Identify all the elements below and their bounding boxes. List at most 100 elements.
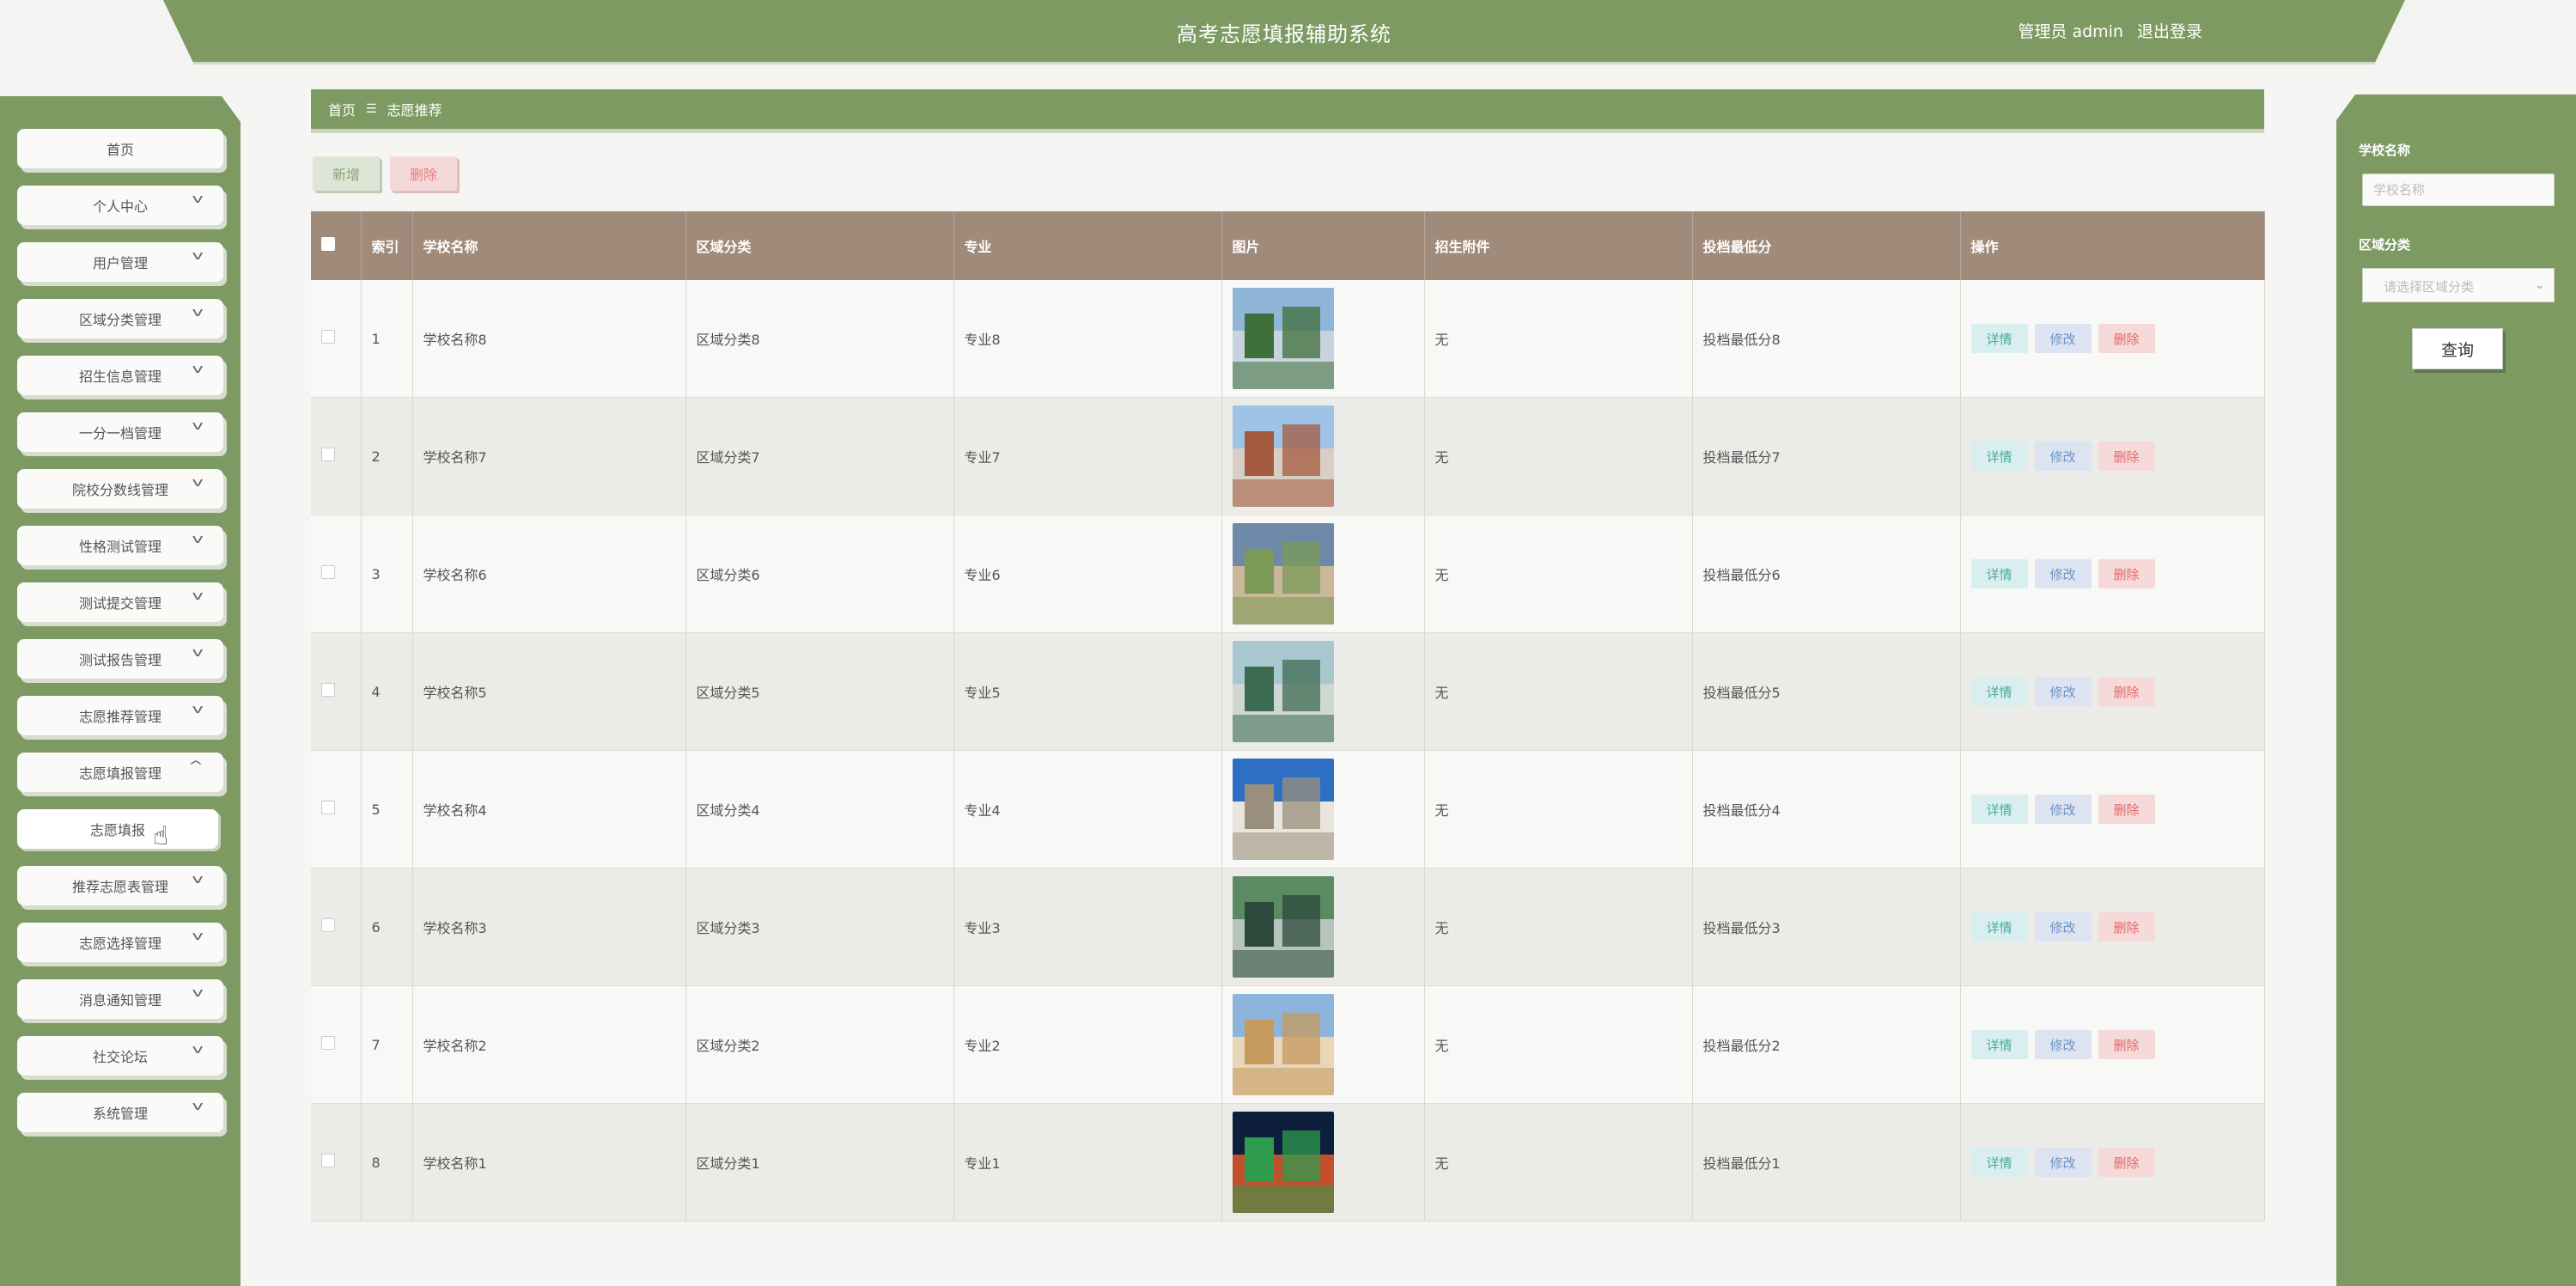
sidebar-item[interactable]: 性格测试管理 v bbox=[17, 526, 223, 565]
row-select-cell[interactable] bbox=[311, 1103, 362, 1222]
detail-button[interactable]: 详情 bbox=[1970, 677, 2028, 706]
sidebar-item-label: 志愿选择管理 bbox=[78, 936, 161, 952]
edit-button[interactable]: 修改 bbox=[2034, 442, 2092, 471]
row-delete-button[interactable]: 删除 bbox=[2098, 795, 2155, 824]
breadcrumb-home[interactable]: 首页 bbox=[328, 99, 356, 119]
sidebar-item[interactable]: 首页 bbox=[17, 129, 223, 168]
row-checkbox[interactable] bbox=[321, 801, 335, 814]
cell-actions: 详情 修改 删除 bbox=[1960, 868, 2265, 986]
row-select-cell[interactable] bbox=[311, 750, 362, 869]
row-select-cell[interactable] bbox=[311, 632, 362, 751]
row-delete-button[interactable]: 删除 bbox=[2098, 324, 2155, 353]
row-checkbox[interactable] bbox=[321, 918, 335, 932]
row-delete-button[interactable]: 删除 bbox=[2098, 912, 2155, 942]
edit-button[interactable]: 修改 bbox=[2034, 795, 2092, 824]
detail-button[interactable]: 详情 bbox=[1970, 795, 2028, 824]
table-header-row: 索引 学校名称 区域分类 专业 图片 招生附件 投档最低分 操作 bbox=[311, 211, 2265, 280]
school-photo[interactable] bbox=[1232, 1112, 1334, 1213]
sidebar-item-label: 志愿填报管理 bbox=[78, 765, 161, 782]
cell-attachment: 无 bbox=[1424, 397, 1693, 515]
chevron-down-icon: v bbox=[192, 1100, 204, 1113]
row-delete-button[interactable]: 删除 bbox=[2098, 1148, 2155, 1177]
row-delete-button[interactable]: 删除 bbox=[2098, 559, 2155, 588]
sidebar-item[interactable]: 推荐志愿表管理 v bbox=[17, 866, 223, 905]
sidebar-item[interactable]: 志愿填报 bbox=[17, 809, 218, 849]
chevron-up-icon: ^ bbox=[187, 759, 204, 773]
delete-button[interactable]: 删除 bbox=[390, 156, 457, 191]
sidebar-item-label: 院校分数线管理 bbox=[71, 482, 168, 498]
sidebar-item[interactable]: 个人中心 v bbox=[17, 186, 223, 225]
edit-button[interactable]: 修改 bbox=[2034, 677, 2092, 706]
school-photo[interactable] bbox=[1232, 641, 1334, 742]
row-checkbox[interactable] bbox=[321, 565, 335, 579]
sidebar-item[interactable]: 招生信息管理 v bbox=[17, 356, 223, 395]
cell-image bbox=[1221, 1103, 1425, 1222]
chevron-down-icon: v bbox=[192, 703, 204, 716]
edit-button[interactable]: 修改 bbox=[2034, 1030, 2092, 1059]
edit-button[interactable]: 修改 bbox=[2034, 1148, 2092, 1177]
table-row: 7 学校名称2 区域分类2 专业2 无投档最低分2 详情 修改 删除 bbox=[311, 985, 2265, 1104]
breadcrumb-separator-icon: ☰ bbox=[366, 102, 377, 116]
row-checkbox[interactable] bbox=[321, 330, 335, 344]
cell-image bbox=[1221, 985, 1425, 1104]
add-button[interactable]: 新增 bbox=[313, 156, 380, 191]
school-photo[interactable] bbox=[1232, 759, 1334, 860]
row-delete-button[interactable]: 删除 bbox=[2098, 677, 2155, 706]
sidebar-item[interactable]: 消息通知管理 v bbox=[17, 979, 223, 1019]
school-name-input[interactable] bbox=[2362, 174, 2555, 206]
logout-link[interactable]: 退出登录 bbox=[2137, 19, 2202, 42]
detail-button[interactable]: 详情 bbox=[1970, 1148, 2028, 1177]
cell-actions: 详情 修改 删除 bbox=[1960, 985, 2265, 1104]
sidebar-item[interactable]: 区域分类管理 v bbox=[17, 299, 223, 338]
query-button[interactable]: 查询 bbox=[2412, 328, 2503, 369]
school-photo[interactable] bbox=[1232, 288, 1334, 389]
row-select-cell[interactable] bbox=[311, 280, 362, 398]
sidebar-item[interactable]: 院校分数线管理 v bbox=[17, 469, 223, 509]
cell-school: 学校名称2 bbox=[412, 985, 686, 1104]
detail-button[interactable]: 详情 bbox=[1970, 1030, 2028, 1059]
row-select-cell[interactable] bbox=[311, 985, 362, 1104]
detail-button[interactable]: 详情 bbox=[1970, 442, 2028, 471]
header-band: 高考志愿填报辅助系统 管理员 admin 退出登录 bbox=[163, 0, 2405, 64]
cell-region: 区域分类2 bbox=[685, 985, 954, 1104]
detail-button[interactable]: 详情 bbox=[1970, 912, 2028, 942]
chevron-down-icon: v bbox=[192, 1043, 204, 1057]
row-select-cell[interactable] bbox=[311, 515, 362, 633]
detail-button[interactable]: 详情 bbox=[1970, 324, 2028, 353]
row-checkbox[interactable] bbox=[321, 448, 335, 461]
sidebar-item[interactable]: 系统管理 v bbox=[17, 1093, 223, 1132]
row-select-cell[interactable] bbox=[311, 868, 362, 986]
row-delete-button[interactable]: 删除 bbox=[2098, 1030, 2155, 1059]
school-photo[interactable] bbox=[1232, 523, 1334, 625]
row-checkbox[interactable] bbox=[321, 683, 335, 697]
sidebar-item[interactable]: 志愿填报管理 ^ bbox=[17, 753, 223, 792]
edit-button[interactable]: 修改 bbox=[2034, 912, 2092, 942]
sidebar-item[interactable]: 测试提交管理 v bbox=[17, 582, 223, 622]
row-checkbox[interactable] bbox=[321, 1154, 335, 1167]
row-delete-button[interactable]: 删除 bbox=[2098, 442, 2155, 471]
chevron-down-icon: v bbox=[192, 589, 204, 603]
sidebar-item[interactable]: 志愿选择管理 v bbox=[17, 923, 223, 962]
sidebar-item-label: 测试提交管理 bbox=[78, 595, 161, 612]
cell-actions: 详情 修改 删除 bbox=[1960, 397, 2265, 515]
edit-button[interactable]: 修改 bbox=[2034, 324, 2092, 353]
sidebar-item-label: 志愿推荐管理 bbox=[78, 709, 161, 725]
select-all-cell[interactable] bbox=[311, 211, 362, 280]
cell-school: 学校名称3 bbox=[412, 868, 686, 986]
sidebar-item[interactable]: 一分一档管理 v bbox=[17, 412, 223, 452]
region-select[interactable]: 请选择区域分类 ⌄ bbox=[2362, 268, 2555, 302]
school-photo[interactable] bbox=[1232, 405, 1334, 507]
sidebar-item[interactable]: 测试报告管理 v bbox=[17, 639, 223, 679]
row-checkbox[interactable] bbox=[321, 1036, 335, 1050]
sidebar-item[interactable]: 志愿推荐管理 v bbox=[17, 696, 223, 735]
edit-button[interactable]: 修改 bbox=[2034, 559, 2092, 588]
select-all-checkbox[interactable] bbox=[321, 237, 335, 251]
sidebar-item[interactable]: 用户管理 v bbox=[17, 242, 223, 282]
table-row: 3 学校名称6 区域分类6 专业6 无投档最低分6 详情 修改 删除 bbox=[311, 515, 2265, 633]
sidebar-item[interactable]: 社交论坛 v bbox=[17, 1036, 223, 1076]
detail-button[interactable]: 详情 bbox=[1970, 559, 2028, 588]
school-photo[interactable] bbox=[1232, 876, 1334, 978]
school-photo[interactable] bbox=[1232, 994, 1334, 1095]
cell-attachment: 无 bbox=[1424, 868, 1693, 986]
row-select-cell[interactable] bbox=[311, 397, 362, 515]
